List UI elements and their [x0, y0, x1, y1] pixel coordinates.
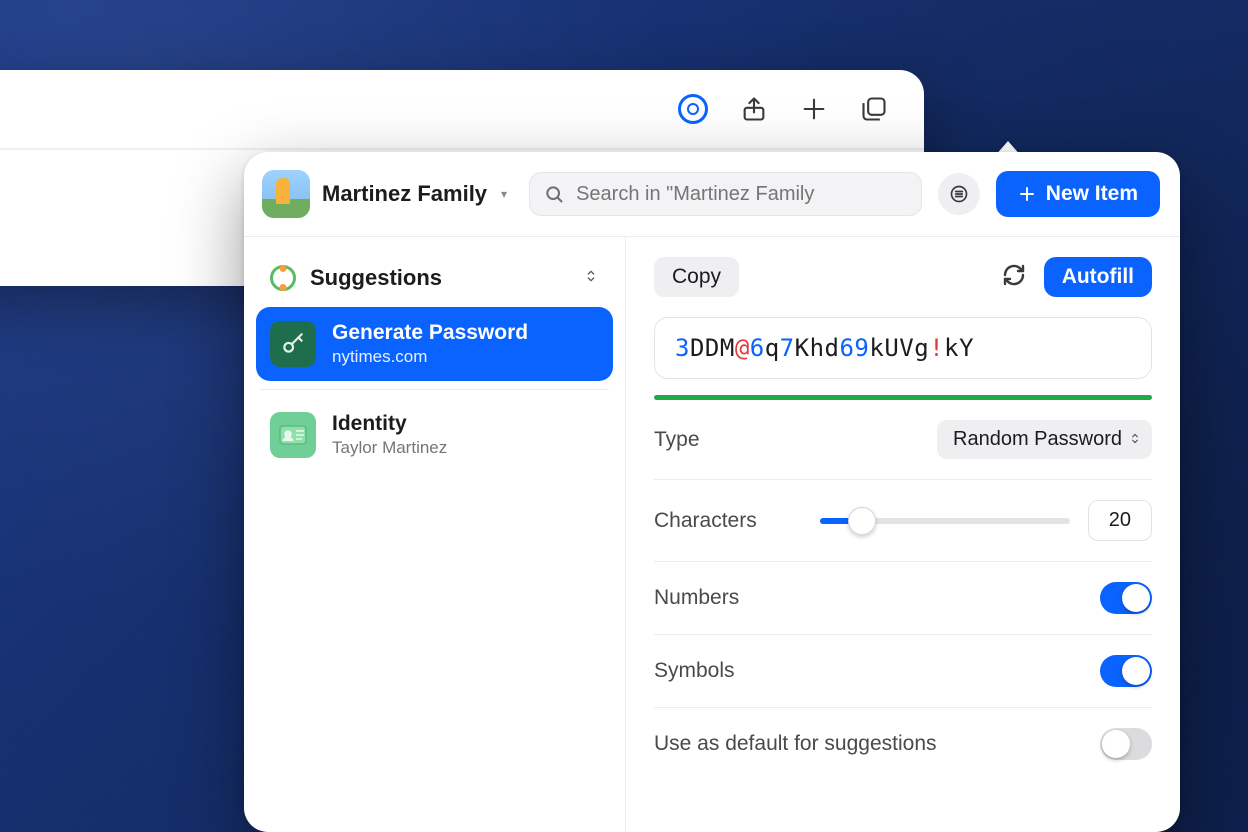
regenerate-button[interactable] — [1002, 263, 1026, 292]
sidebar-item-generate-password[interactable]: Generate Password nytimes.com — [256, 307, 613, 381]
vault-name: Martinez Family — [322, 181, 487, 207]
setting-label: Numbers — [654, 586, 739, 610]
identity-card-icon — [270, 412, 316, 458]
tabs-overview-icon[interactable] — [860, 95, 888, 123]
section-header[interactable]: Suggestions — [256, 255, 613, 307]
list-view-toggle[interactable] — [938, 173, 980, 215]
share-icon[interactable] — [740, 95, 768, 123]
default-toggle[interactable] — [1100, 728, 1152, 760]
item-subtitle: nytimes.com — [332, 347, 528, 367]
popover-header: Martinez Family ▾ New Item — [244, 152, 1180, 237]
item-title: Identity — [332, 412, 447, 436]
setting-label: Symbols — [654, 659, 735, 683]
generated-password[interactable]: 3DDM@6q7Khd69kUVg!kY — [654, 317, 1152, 379]
vault-avatar — [262, 170, 310, 218]
setting-label: Type — [654, 428, 700, 452]
setting-default: Use as default for suggestions — [654, 708, 1152, 780]
new-item-button[interactable]: New Item — [996, 171, 1160, 217]
key-icon — [270, 321, 316, 367]
symbols-toggle[interactable] — [1100, 655, 1152, 687]
length-slider[interactable] — [820, 518, 1070, 524]
item-title: Generate Password — [332, 321, 528, 345]
detail-pane: Copy Autofill 3DDM@6q7Khd69kUVg!kY Type … — [626, 237, 1180, 832]
suggestions-icon — [270, 265, 296, 291]
setting-numbers: Numbers — [654, 562, 1152, 635]
chevron-updown-icon — [1128, 428, 1142, 451]
onepassword-extension-icon[interactable] — [678, 94, 708, 124]
setting-label: Use as default for suggestions — [654, 732, 937, 756]
item-subtitle: Taylor Martinez — [332, 438, 447, 458]
password-type-select[interactable]: Random Password — [937, 420, 1152, 459]
refresh-icon — [1002, 263, 1026, 287]
sidebar-item-identity[interactable]: Identity Taylor Martinez — [256, 398, 613, 472]
setting-label: Characters — [654, 509, 757, 533]
copy-label: Copy — [672, 265, 721, 288]
select-value: Random Password — [953, 428, 1122, 450]
browser-toolbar — [0, 70, 924, 150]
autofill-button[interactable]: Autofill — [1044, 257, 1152, 297]
divider — [260, 389, 609, 390]
setting-characters: Characters 20 — [654, 480, 1152, 562]
extension-popover: Martinez Family ▾ New Item Suggestions — [244, 152, 1180, 832]
chevron-down-icon: ▾ — [501, 187, 507, 201]
setting-type: Type Random Password — [654, 400, 1152, 480]
setting-symbols: Symbols — [654, 635, 1152, 708]
slider-thumb[interactable] — [848, 507, 876, 535]
autofill-label: Autofill — [1062, 265, 1134, 288]
section-title: Suggestions — [310, 265, 442, 291]
copy-button[interactable]: Copy — [654, 257, 739, 297]
search-field[interactable] — [529, 172, 922, 216]
length-value[interactable]: 20 — [1088, 500, 1152, 541]
search-input[interactable] — [574, 182, 907, 207]
vault-switcher[interactable]: Martinez Family ▾ — [262, 170, 513, 218]
numbers-toggle[interactable] — [1100, 582, 1152, 614]
new-tab-icon[interactable] — [800, 95, 828, 123]
sidebar: Suggestions Generate Password nytimes.co… — [244, 237, 626, 832]
new-item-label: New Item — [1046, 182, 1138, 206]
search-icon — [544, 184, 564, 204]
sort-chevrons-icon[interactable] — [583, 268, 599, 289]
plus-icon — [1018, 185, 1036, 203]
